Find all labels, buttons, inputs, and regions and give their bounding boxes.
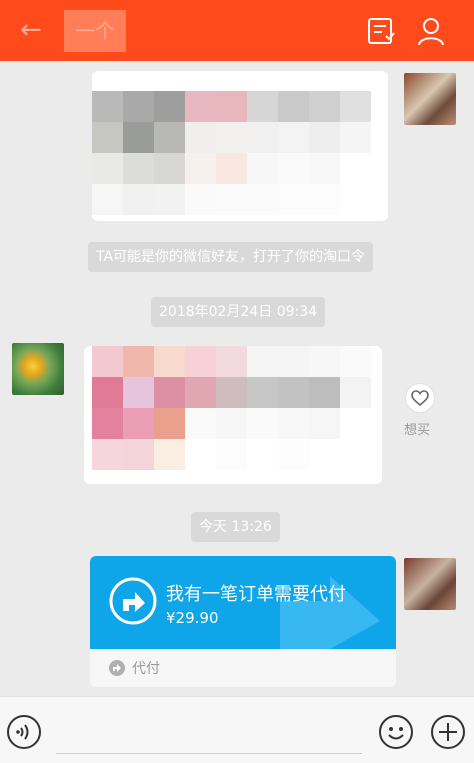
heart-icon[interactable] [405, 383, 435, 413]
payment-card-footer: 代付 [90, 649, 396, 687]
emoji-icon[interactable] [378, 714, 414, 750]
chat-title: 一个 [64, 10, 126, 52]
want-label[interactable]: 想买 [404, 419, 430, 438]
header-bar: ← 一个 [0, 0, 474, 61]
avatar[interactable] [12, 343, 64, 395]
message-input[interactable] [56, 753, 362, 754]
avatar[interactable] [404, 558, 456, 610]
blurred-image [92, 91, 371, 215]
blurred-image [92, 346, 371, 470]
timestamp: 今天 13:26 [191, 512, 280, 542]
order-list-icon[interactable] [364, 14, 398, 48]
pay-icon [109, 660, 125, 676]
notice-text: TA可能是你的微信好友，打开了你的淘口令 [88, 242, 374, 272]
avatar[interactable] [404, 73, 456, 125]
payment-card-header: 我有一笔订单需要代付 ¥29.90 [90, 556, 396, 649]
chat-area[interactable]: TA可能是你的微信好友，打开了你的淘口令 2018年02月24日 09:34 想… [0, 61, 474, 695]
voice-icon[interactable] [6, 714, 42, 750]
arrow-left-icon[interactable]: ← [20, 16, 48, 44]
transfer-icon [109, 577, 157, 625]
payment-amount: ¥29.90 [166, 609, 219, 627]
plus-icon[interactable] [430, 714, 466, 750]
product-card[interactable] [84, 346, 382, 484]
product-card[interactable] [92, 71, 388, 221]
timestamp: 2018年02月24日 09:34 [151, 297, 326, 327]
input-bar [0, 696, 474, 763]
payment-footer-label: 代付 [132, 661, 160, 677]
payment-title: 我有一笔订单需要代付 [166, 584, 346, 605]
profile-icon[interactable] [414, 14, 448, 48]
payment-card[interactable]: 我有一笔订单需要代付 ¥29.90 代付 [90, 556, 396, 687]
